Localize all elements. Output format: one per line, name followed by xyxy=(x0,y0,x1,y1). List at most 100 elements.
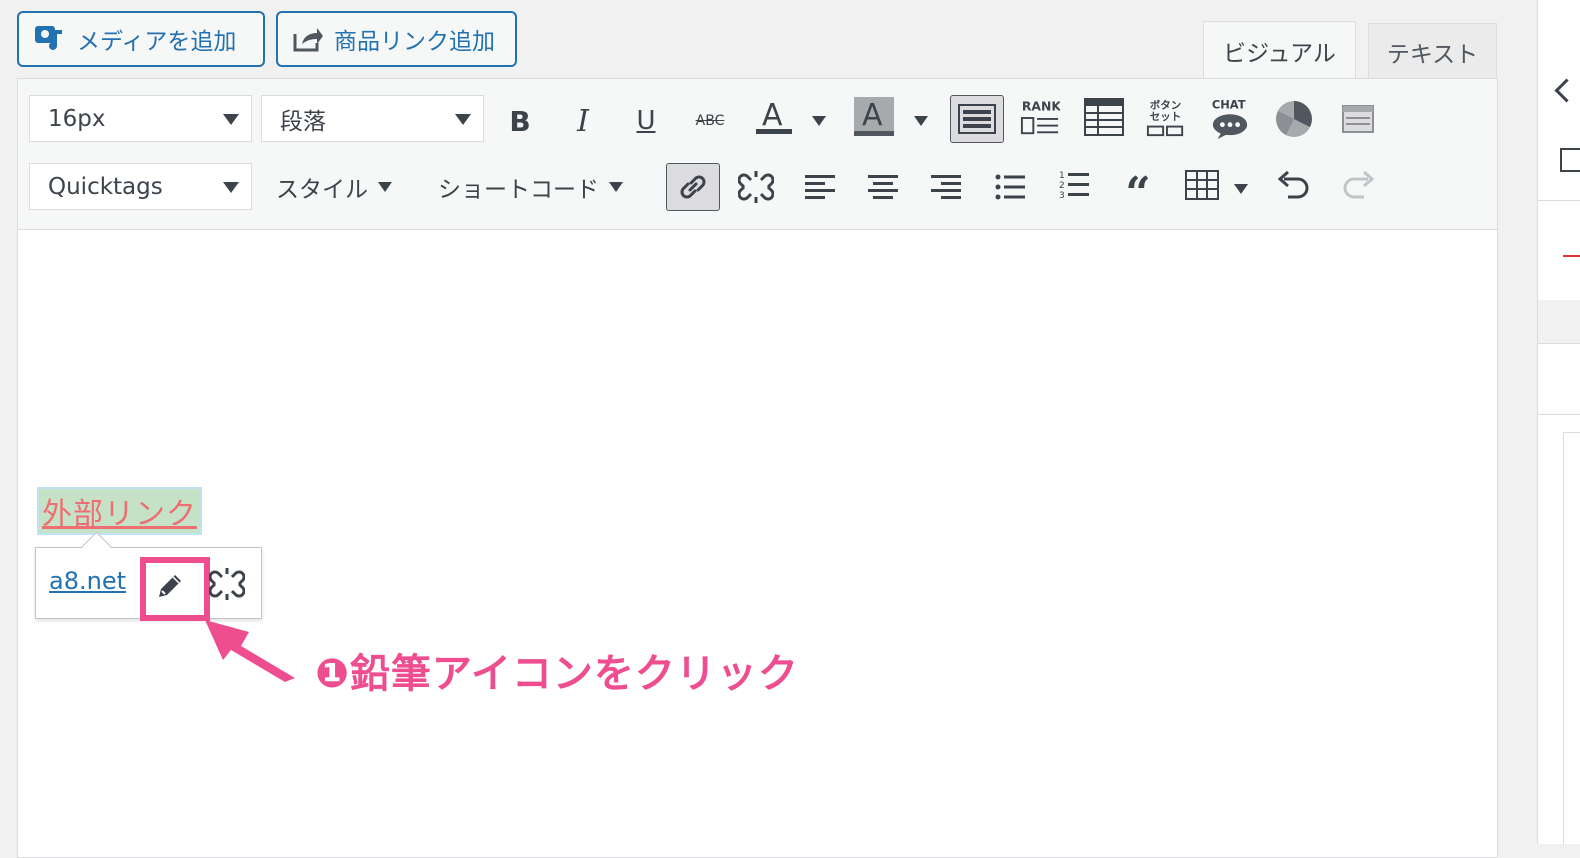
pie-button[interactable] xyxy=(1274,99,1314,139)
numbered-list-button[interactable]: 1 2 3 xyxy=(1054,165,1094,205)
strikethrough-button[interactable]: ABC xyxy=(690,101,730,141)
sidebar-gap xyxy=(1538,300,1580,344)
toolbar-toggle-button[interactable] xyxy=(950,95,1004,143)
font-size-value: 16px xyxy=(48,105,106,132)
insert-link-button[interactable] xyxy=(666,163,720,211)
table-button[interactable] xyxy=(1084,97,1124,137)
redo-button[interactable] xyxy=(1338,167,1378,207)
align-right-button[interactable] xyxy=(926,167,966,207)
pie-chart-icon xyxy=(1276,101,1312,137)
rank-button[interactable]: RANK xyxy=(1020,95,1060,141)
chat-icon: CHAT xyxy=(1212,97,1248,139)
share-icon xyxy=(293,28,323,52)
table-insert-button[interactable] xyxy=(1182,165,1222,205)
tab-text[interactable]: テキスト xyxy=(1368,23,1497,79)
annotation-text: ❶鉛筆アイコンをクリック xyxy=(315,651,799,697)
underline-button[interactable]: U xyxy=(626,101,666,141)
annotation-arrow-icon xyxy=(205,620,295,682)
font-size-select[interactable]: 16px xyxy=(29,95,252,142)
bullet-list-button[interactable] xyxy=(990,167,1030,207)
format-select[interactable]: 段落 xyxy=(261,95,484,142)
link-popup: a8.net xyxy=(35,547,262,621)
sidebar-panel-body xyxy=(1563,432,1580,845)
calendar-icon xyxy=(1342,105,1374,133)
button-set-label-1: ボタン xyxy=(1150,98,1181,111)
button-set-button[interactable]: ボタン セット xyxy=(1146,95,1186,141)
content-link[interactable]: 外部リンク xyxy=(39,489,200,533)
style-menu[interactable]: スタイル xyxy=(276,167,392,207)
chevron-down-icon xyxy=(223,182,239,193)
sidebar-panel xyxy=(1538,200,1580,301)
button-set-icon: ボタン セット xyxy=(1146,98,1184,137)
strikethrough-icon: ABC xyxy=(695,113,725,129)
chevron-down-icon xyxy=(914,116,928,126)
blockquote-button[interactable]: “ xyxy=(1118,167,1158,216)
svg-text:A: A xyxy=(762,98,783,133)
format-value: 段落 xyxy=(280,108,326,135)
quicktags-value: Quicktags xyxy=(48,173,163,200)
align-left-icon xyxy=(805,175,835,199)
chevron-down-icon xyxy=(609,182,623,192)
style-menu-label: スタイル xyxy=(276,177,368,203)
svg-text:2: 2 xyxy=(1059,181,1065,191)
shortcode-menu-label: ショートコード xyxy=(438,177,599,203)
chevron-down-icon xyxy=(812,116,826,126)
unlink-icon[interactable] xyxy=(209,566,245,602)
text-color-button[interactable]: A xyxy=(754,97,794,137)
unlink-button[interactable] xyxy=(736,167,776,207)
unlink-icon xyxy=(738,171,774,203)
numbered-list-icon: 1 2 3 xyxy=(1059,171,1089,201)
italic-icon: I xyxy=(577,103,589,139)
undo-icon xyxy=(1277,171,1309,199)
keyboard-icon xyxy=(958,104,996,134)
right-sidebar xyxy=(1537,0,1580,845)
svg-text:3: 3 xyxy=(1059,191,1065,201)
sidebar-panel-header xyxy=(1538,344,1580,415)
background-color-button[interactable]: A xyxy=(854,97,894,137)
editor-toolbar: 16px 段落 B I U ABC A A RANK ボタン セット CHAT … xyxy=(18,79,1497,230)
underline-icon: U xyxy=(636,106,656,136)
text-color-dropdown[interactable] xyxy=(806,101,832,141)
chevron-down-icon xyxy=(1234,184,1248,194)
media-icon xyxy=(35,26,62,50)
align-center-button[interactable] xyxy=(863,167,903,207)
chevron-down-icon xyxy=(223,114,239,125)
undo-button[interactable] xyxy=(1274,167,1314,207)
align-left-button[interactable] xyxy=(800,167,840,207)
calendar-icon xyxy=(1560,148,1580,172)
align-right-icon xyxy=(931,175,961,199)
table-dropdown[interactable] xyxy=(1228,169,1254,209)
table-icon xyxy=(1084,98,1124,136)
text-color-icon: A xyxy=(756,98,792,134)
chevron-down-icon xyxy=(455,114,471,125)
sidebar-link[interactable] xyxy=(1563,255,1580,257)
rank-icon: RANK xyxy=(1020,99,1060,135)
align-center-icon xyxy=(868,175,898,199)
tab-visual[interactable]: ビジュアル xyxy=(1203,21,1356,79)
bold-button[interactable]: B xyxy=(500,101,540,141)
grid-icon xyxy=(1185,170,1219,200)
rank-label: RANK xyxy=(1022,99,1060,113)
link-url[interactable]: a8.net xyxy=(49,567,126,595)
svg-text:A: A xyxy=(862,98,883,133)
quote-icon: “ xyxy=(1125,168,1151,219)
pencil-icon[interactable] xyxy=(153,569,187,603)
chat-label: CHAT xyxy=(1212,97,1246,111)
calendar-button[interactable] xyxy=(1338,99,1378,139)
add-media-button[interactable]: メディアを追加 xyxy=(17,11,265,67)
bold-icon: B xyxy=(509,104,531,138)
background-color-icon: A xyxy=(854,97,894,136)
link-icon xyxy=(680,175,706,199)
chat-button[interactable]: CHAT xyxy=(1210,95,1250,141)
background-color-dropdown[interactable] xyxy=(908,101,934,141)
quicktags-select[interactable]: Quicktags xyxy=(29,163,252,210)
editor: 16px 段落 B I U ABC A A RANK ボタン セット CHAT … xyxy=(17,78,1498,858)
bullet-list-icon xyxy=(995,174,1025,200)
add-product-link-label: 商品リンク追加 xyxy=(334,29,495,55)
add-product-link-button[interactable]: 商品リンク追加 xyxy=(276,11,517,67)
italic-button[interactable]: I xyxy=(563,101,603,141)
button-set-label-2: セット xyxy=(1150,111,1181,123)
add-media-label: メディアを追加 xyxy=(77,29,237,55)
shortcode-menu[interactable]: ショートコード xyxy=(438,167,623,207)
chevron-down-icon xyxy=(378,182,392,192)
